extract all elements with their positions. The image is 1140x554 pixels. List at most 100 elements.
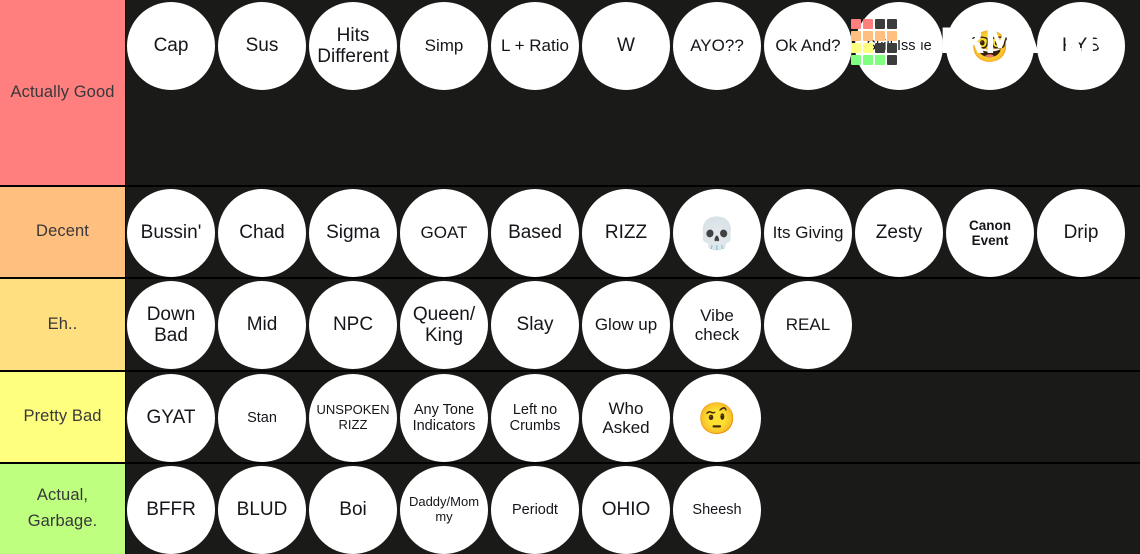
tier-item[interactable]: UNSPOKEN RIZZ [309,374,397,462]
tier-item-label: Queen/ King [412,303,476,346]
tier-row: Decent Bussin' Chad Sigma GOAT Based RIZZ 💀 Its … [0,187,1140,279]
tier-item-label: Hits Different [317,24,389,67]
tier-item[interactable]: GOAT [400,189,488,277]
tier-label[interactable]: Actual, Garbage. [0,464,126,554]
tier-item[interactable]: Hits Different [309,2,397,90]
tier-item[interactable]: 💀 [673,189,761,277]
tier-item-label: Based [508,222,562,244]
tier-row: Eh.. Down Bad Mid NPC Queen/ King Slay Glow up… [0,279,1140,372]
logo-grid-cell [850,43,861,53]
tier-rows-container: Actually Good Cap Sus Hits Different Simp L +… [0,0,1140,554]
tier-item-label: Periodt [512,501,558,518]
tier-item-label: AYO?? [690,36,744,56]
tier-items-container: Down Bad Mid NPC Queen/ King Slay Glow up Vibe… [126,279,1140,370]
tier-item-label: Any Tone Indicators [412,401,476,434]
tier-item[interactable]: Slay [491,281,579,369]
tier-item-label: GYAT [146,407,196,429]
tier-item[interactable]: Left no Crumbs [491,374,579,462]
tier-item[interactable]: Sigma [309,189,397,277]
tier-item-label: Zesty [875,222,923,244]
tier-item[interactable]: Bussin' [127,189,215,277]
tier-item[interactable]: Zesty [855,189,943,277]
logo-grid-cell [874,55,885,65]
tier-item-label: UNSPOKEN RIZZ [316,402,390,432]
tier-item-label: OHIO [601,499,651,521]
logo-grid-cell [850,31,861,41]
tier-item-label: Chad [239,222,285,244]
tier-item[interactable]: BFFR [127,466,215,554]
logo-grid-cell [886,43,897,53]
tier-item[interactable]: Sheesh [673,466,761,554]
tier-item-label: BLUD [236,499,288,521]
tiermaker-logo-text: TiERMAKER [907,22,1108,62]
tier-item[interactable]: W [582,2,670,90]
tier-item[interactable]: Chad [218,189,306,277]
logo-grid-cell [886,31,897,41]
tier-item-label: BFFR [146,499,196,521]
tier-item-label: Simp [424,36,464,56]
tier-item[interactable]: Daddy/Mommy [400,466,488,554]
tier-item[interactable]: Its Giving [764,189,852,277]
tier-item[interactable]: Vibe check [673,281,761,369]
tier-item-label: Bussin' [140,222,202,244]
tier-item[interactable]: Canon Event [946,189,1034,277]
tier-item[interactable]: OHIO [582,466,670,554]
tier-item-label: L + Ratio [501,36,569,56]
tier-item-label: RIZZ [604,222,648,244]
tier-item[interactable]: 🤨 [673,374,761,462]
tier-item[interactable]: Simp [400,2,488,90]
logo-grid-cell [862,43,873,53]
tiermaker-logo-grid-icon [850,19,897,65]
tier-item[interactable]: L + Ratio [491,2,579,90]
tier-items-container: BFFR BLUD Boi Daddy/Mommy Periodt OHIO Sheesh [126,464,1140,554]
tier-item-label: Sigma [326,222,380,244]
tier-item-label: Glow up [594,315,658,335]
logo-grid-cell [862,19,873,29]
tier-item[interactable]: Periodt [491,466,579,554]
tier-label[interactable]: Eh.. [0,279,126,370]
tier-item[interactable]: Drip [1037,189,1125,277]
tier-item[interactable]: Stan [218,374,306,462]
logo-grid-cell [874,43,885,53]
tier-item-label: Daddy/Mommy [408,494,480,524]
tier-item[interactable]: Who Asked [582,374,670,462]
tier-item[interactable]: Sus [218,2,306,90]
tier-item-label: Ok And? [775,36,841,56]
tier-items-container: Bussin' Chad Sigma GOAT Based RIZZ 💀 Its Giving… [126,187,1140,277]
logo-grid-cell [862,55,873,65]
logo-grid-cell [874,19,885,29]
tier-item[interactable]: BLUD [218,466,306,554]
tier-item-emoji-icon: 💀 [697,215,737,251]
tier-item[interactable]: RIZZ [582,189,670,277]
tier-item[interactable]: Mid [218,281,306,369]
tier-item-label: Drip [1063,222,1099,244]
tier-item-label: NPC [332,314,374,336]
tier-item-label: Its Giving [772,223,844,243]
tier-item[interactable]: NPC [309,281,397,369]
tier-item[interactable]: Boi [309,466,397,554]
tier-item-emoji-icon: 🤨 [697,400,737,436]
tier-item[interactable]: Any Tone Indicators [400,374,488,462]
logo-grid-cell [850,55,861,65]
tier-item-label: Sheesh [692,501,742,518]
tier-item[interactable]: REAL [764,281,852,369]
tier-item[interactable]: Down Bad [127,281,215,369]
tier-item-label: Canon Event [969,217,1011,248]
logo-grid-cell [874,31,885,41]
tier-items-container: GYAT Stan UNSPOKEN RIZZ Any Tone Indicators… [126,372,1140,462]
tier-item[interactable]: Queen/ King [400,281,488,369]
tier-item[interactable]: AYO?? [673,2,761,90]
tier-label[interactable]: Actually Good [0,0,126,185]
tier-label[interactable]: Decent [0,187,126,277]
tier-item[interactable]: Based [491,189,579,277]
tier-item-label: W [617,35,635,57]
tier-item[interactable]: Ok And? [764,2,852,90]
tier-item-label: Down Bad [146,303,196,346]
tiermaker-logo: TiERMAKER [850,19,1116,65]
tier-label[interactable]: Pretty Bad [0,372,126,462]
tier-item[interactable]: GYAT [127,374,215,462]
logo-grid-cell [850,19,861,29]
tier-item[interactable]: Glow up [582,281,670,369]
tier-item[interactable]: Cap [127,2,215,90]
logo-grid-cell [886,55,897,65]
